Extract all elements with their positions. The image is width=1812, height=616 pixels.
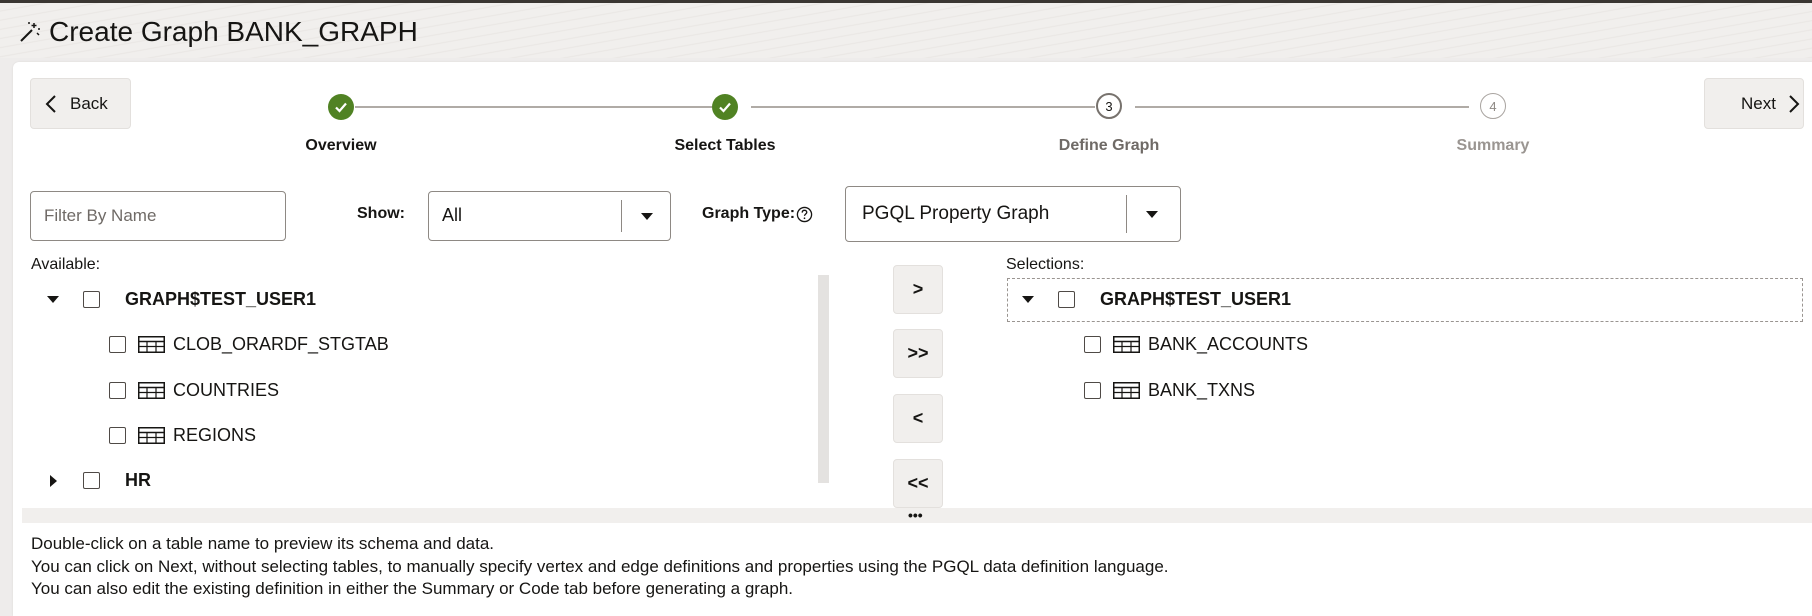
- available-list-scrollbar[interactable]: [818, 275, 829, 483]
- table-checkbox[interactable]: [109, 336, 126, 353]
- step-select-tables-label[interactable]: Select Tables: [645, 137, 805, 155]
- help-line: You can also edit the existing definitio…: [31, 579, 794, 598]
- table-name: REGIONS: [173, 425, 257, 445]
- train-connector-1: [355, 106, 712, 108]
- selections-label: Selections:: [1006, 256, 1085, 273]
- tree-table-row[interactable]: CLOB_ORARDF_STGTAB: [109, 334, 389, 355]
- step-summary-marker[interactable]: 4: [1480, 93, 1506, 119]
- table-checkbox[interactable]: [1084, 382, 1101, 399]
- help-line: Double-click on a table name to preview …: [31, 534, 495, 553]
- step-select-tables-marker[interactable]: [712, 94, 738, 120]
- tree-table-row[interactable]: COUNTRIES: [109, 380, 279, 401]
- filter-field: [30, 191, 286, 241]
- table-name: BANK_TXNS: [1148, 380, 1256, 400]
- schema-name: HR: [125, 470, 151, 490]
- table-icon: [138, 336, 165, 353]
- magic-wand-icon: [20, 22, 40, 42]
- caret-down-icon[interactable]: [641, 213, 653, 220]
- show-label: Show:: [357, 205, 405, 222]
- table-name: COUNTRIES: [173, 380, 280, 400]
- table-icon: [138, 382, 165, 399]
- tree-table-row[interactable]: REGIONS: [109, 425, 256, 446]
- question-circle-icon[interactable]: [796, 206, 813, 223]
- splitter-handle[interactable]: •••: [908, 508, 923, 522]
- expand-toggle-icon[interactable]: [50, 474, 57, 487]
- page-title: Create Graph BANK_GRAPH: [49, 16, 418, 47]
- table-icon: [138, 427, 165, 444]
- next-button[interactable]: Next: [1704, 78, 1804, 129]
- step-overview-label[interactable]: Overview: [261, 137, 421, 155]
- table-checkbox[interactable]: [1084, 336, 1101, 353]
- schema-name: GRAPH$TEST_USER1: [125, 289, 317, 309]
- chevron-left-icon: [45, 94, 56, 113]
- tree-schema-row[interactable]: GRAPH$TEST_USER1: [47, 289, 316, 310]
- table-checkbox[interactable]: [109, 382, 126, 399]
- table-name: CLOB_ORARDF_STGTAB: [173, 334, 389, 354]
- move-all-button[interactable]: >>: [893, 329, 943, 378]
- graph-type-select-value: PGQL Property Graph: [862, 203, 1050, 224]
- check-icon: [719, 102, 731, 113]
- graph-type-select-divider: [1126, 195, 1127, 233]
- schema-checkbox[interactable]: [1058, 291, 1075, 308]
- tree-table-row[interactable]: BANK_ACCOUNTS: [1084, 334, 1308, 355]
- move-selected-button[interactable]: >: [893, 265, 943, 314]
- expand-toggle-icon[interactable]: [1022, 296, 1034, 303]
- schema-checkbox[interactable]: [83, 291, 100, 308]
- step-define-graph-marker[interactable]: 3: [1096, 93, 1122, 119]
- back-button[interactable]: Back: [30, 78, 131, 129]
- available-label: Available:: [31, 256, 101, 273]
- help-text: Double-click on a table name to preview …: [31, 533, 1169, 601]
- table-icon: [1113, 382, 1140, 399]
- step-overview-marker[interactable]: [328, 94, 354, 120]
- caret-down-icon[interactable]: [1146, 211, 1158, 218]
- help-line: You can click on Next, without selecting…: [31, 556, 1169, 576]
- remove-selected-button[interactable]: <: [893, 394, 943, 443]
- graph-type-label: Graph Type:: [702, 205, 796, 222]
- chevron-right-icon: [1789, 94, 1800, 113]
- graph-type-select[interactable]: PGQL Property Graph: [845, 186, 1181, 242]
- show-select[interactable]: All: [428, 191, 671, 241]
- show-select-value: All: [442, 205, 463, 225]
- remove-all-button[interactable]: <<: [893, 459, 943, 508]
- step-define-graph-label[interactable]: Define Graph: [1029, 137, 1189, 155]
- train-connector-3: [1135, 106, 1469, 108]
- table-icon: [1113, 336, 1140, 353]
- step-summary-label[interactable]: Summary: [1413, 137, 1573, 155]
- tree-schema-row[interactable]: HR: [50, 470, 151, 491]
- tree-schema-row[interactable]: GRAPH$TEST_USER1: [1022, 289, 1291, 310]
- back-button-label: Back: [70, 93, 108, 113]
- filter-input[interactable]: [31, 192, 276, 240]
- schema-name: GRAPH$TEST_USER1: [1100, 289, 1292, 309]
- check-icon: [335, 102, 347, 113]
- table-name: BANK_ACCOUNTS: [1148, 334, 1309, 354]
- show-select-divider: [621, 200, 622, 232]
- train-connector-2: [751, 106, 1095, 108]
- tree-table-row[interactable]: BANK_TXNS: [1084, 380, 1255, 401]
- next-button-label: Next: [1741, 93, 1776, 113]
- expand-toggle-icon[interactable]: [47, 296, 59, 303]
- dialog-header: Create Graph BANK_GRAPH: [0, 3, 1812, 58]
- table-checkbox[interactable]: [109, 427, 126, 444]
- schema-checkbox[interactable]: [83, 472, 100, 489]
